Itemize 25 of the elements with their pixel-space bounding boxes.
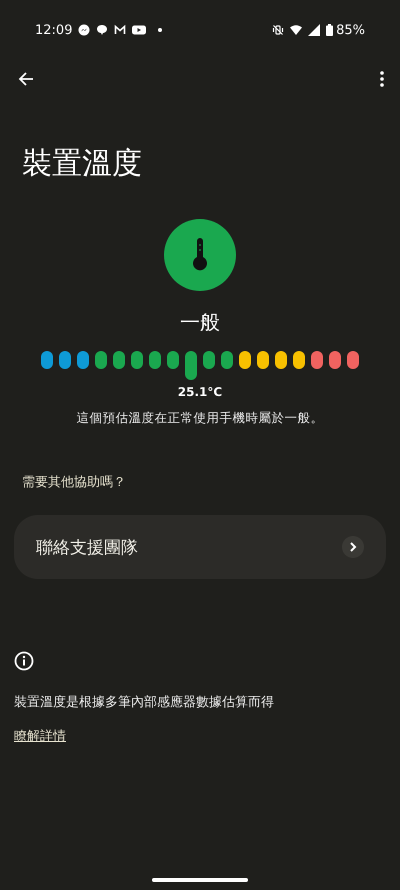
page-title: 裝置溫度 [22, 145, 143, 183]
chat-icon [96, 24, 108, 36]
chevron-right-icon [342, 536, 364, 558]
learn-more-link[interactable]: 瞭解詳情 [14, 727, 66, 745]
wifi-icon [290, 24, 302, 36]
info-icon [14, 651, 34, 671]
video-icon [132, 25, 146, 35]
battery-percent: 85% [336, 22, 365, 38]
gesture-handle[interactable] [152, 878, 248, 882]
vibrate-off-icon [272, 24, 284, 36]
support-label: 聯絡支援團隊 [36, 536, 138, 558]
description-text: 這個預估溫度在正常使用手機時屬於一般。 [76, 410, 324, 427]
footer-note: 裝置溫度是根據多筆內部感應器數據估算而得 [14, 694, 275, 711]
status-time: 12:09 [35, 22, 72, 38]
status-label: 一般 [180, 309, 220, 335]
support-card[interactable]: 聯絡支援團隊 [14, 515, 386, 579]
more-options-icon[interactable] [380, 71, 384, 87]
help-heading: 需要其他協助嗎？ [22, 474, 127, 491]
messenger-icon [78, 24, 90, 36]
temperature-reading: 25.1°C [178, 385, 222, 399]
notification-dot-icon [158, 28, 162, 32]
mail-icon [114, 24, 126, 36]
battery-icon [326, 24, 334, 36]
back-arrow-icon[interactable] [18, 71, 34, 87]
signal-icon [308, 24, 320, 36]
